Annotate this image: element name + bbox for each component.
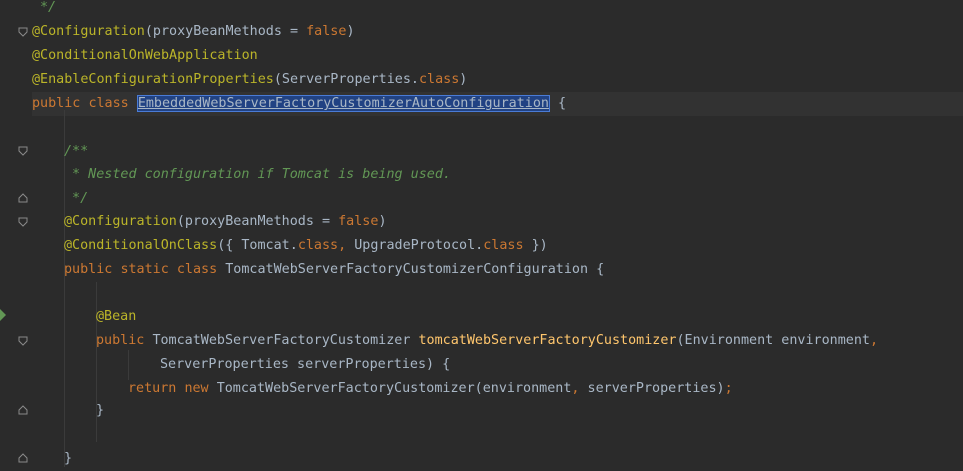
keyword: class [483,238,524,253]
comment: * Nested configuration if Tomcat is bein… [64,167,451,182]
annotation: @Bean [96,309,137,324]
code-text: ServerProperties serverProperties) { [160,357,451,372]
code-text: serverProperties) [579,381,725,396]
code-text: { [558,96,567,111]
selected-class-name[interactable]: EmbeddedWebServerFactoryCustomizerAutoCo… [136,95,550,112]
code-line: /** [64,140,88,164]
annotation: @ConditionalOnClass [64,238,218,253]
comment: */ [64,191,89,206]
punctuation: , [338,238,355,253]
punctuation: , [869,333,879,348]
keyword: class [176,262,218,277]
annotation: @EnableConfigurationProperties [32,72,274,87]
code-text: ) [459,72,468,87]
keyword: class [297,238,339,253]
code-line: */ [64,187,88,211]
keyword: static [120,262,169,277]
code-line: @Configuration(proxyBeanMethods = false) [64,210,387,234]
annotation: @Configuration [64,214,177,229]
punctuation: ; [724,381,733,396]
keyword: public [96,333,145,348]
keyword: public [64,262,113,277]
fold-icon[interactable] [18,146,28,156]
comment: /** [64,144,89,159]
fold-icon[interactable] [18,405,28,415]
code-text: (ServerProperties. [273,72,419,87]
code-line: @EnableConfigurationProperties(ServerPro… [32,68,467,92]
keyword: false [338,214,379,229]
code-text: TomcatWebServerFactoryCustomizer(environ… [216,381,572,396]
fold-icon[interactable] [18,336,28,346]
keyword: class [88,96,129,111]
code-line: * Nested configuration if Tomcat is bein… [64,163,451,187]
code-line: public static class TomcatWebServerFacto… [64,258,604,282]
fold-icon[interactable] [18,453,28,463]
code-text: }) [523,238,548,253]
code-line: public TomcatWebServerFactoryCustomizer … [96,329,878,353]
class-name: TomcatWebServerFactoryCustomizerConfigur… [225,262,605,277]
annotation: @Configuration [32,24,145,39]
code-line: @ConditionalOnClass({ Tomcat.class, Upgr… [64,234,548,258]
code-text: ({ Tomcat. [217,238,298,253]
code-line: @ConditionalOnWebApplication [32,44,258,68]
method-name: tomcatWebServerFactoryCustomizer [418,333,677,348]
code-text: } [96,403,105,418]
code-text: (proxyBeanMethods = [144,24,307,39]
code-text: (Environment environment [676,333,870,348]
code-line: public class EmbeddedWebServerFactoryCus… [32,92,566,116]
code-line: } [96,399,104,423]
keyword: class [418,72,460,87]
code-line: ServerProperties serverProperties) { [160,353,450,377]
code-text: TomcatWebServerFactoryCustomizer [152,333,411,348]
code-text: ) [346,24,355,39]
bean-gutter-icon[interactable] [0,307,8,323]
keyword: public [32,96,81,111]
keyword: false [306,24,347,39]
code-line: @Configuration(proxyBeanMethods = false) [32,20,355,44]
keyword: return [128,381,177,396]
fold-icon[interactable] [18,193,28,203]
code-line: } [64,447,72,471]
code-line: */ [40,0,56,20]
code-text: UpgradeProtocol. [354,238,484,253]
annotation: @ConditionalOnWebApplication [32,48,258,63]
fold-icon[interactable] [18,217,28,227]
code-text: ) [378,214,387,229]
keyword: new [184,381,209,396]
comment-end: */ [40,0,57,15]
code-text: (proxyBeanMethods = [176,214,339,229]
code-text: } [64,451,73,466]
editor-gutter[interactable] [0,0,32,467]
code-editor[interactable]: */ @Configuration(proxyBeanMethods = fal… [32,0,963,467]
fold-icon[interactable] [18,27,28,37]
code-line: @Bean [96,305,136,329]
code-line: return new TomcatWebServerFactoryCustomi… [128,377,733,401]
